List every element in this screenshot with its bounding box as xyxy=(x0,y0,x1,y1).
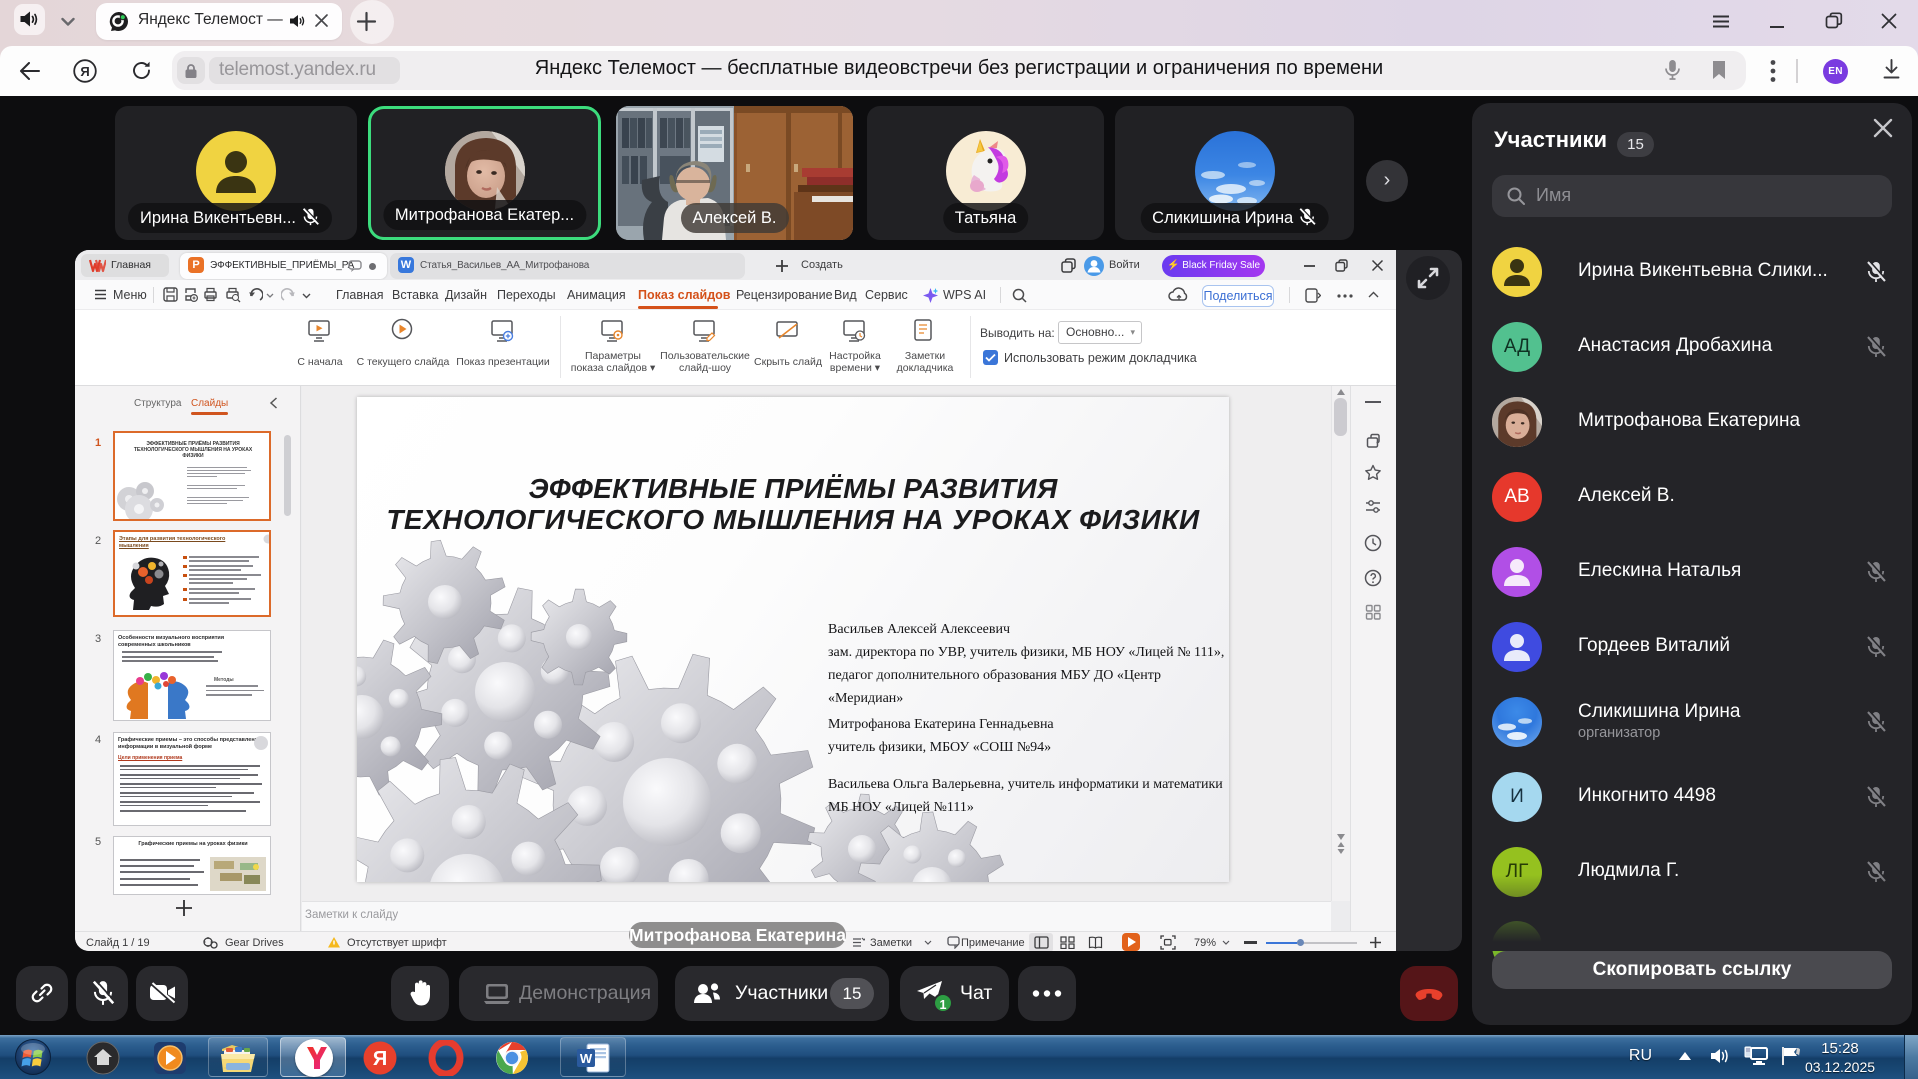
svg-text:Я: Я xyxy=(373,1048,387,1070)
svg-text:W: W xyxy=(580,1051,593,1066)
